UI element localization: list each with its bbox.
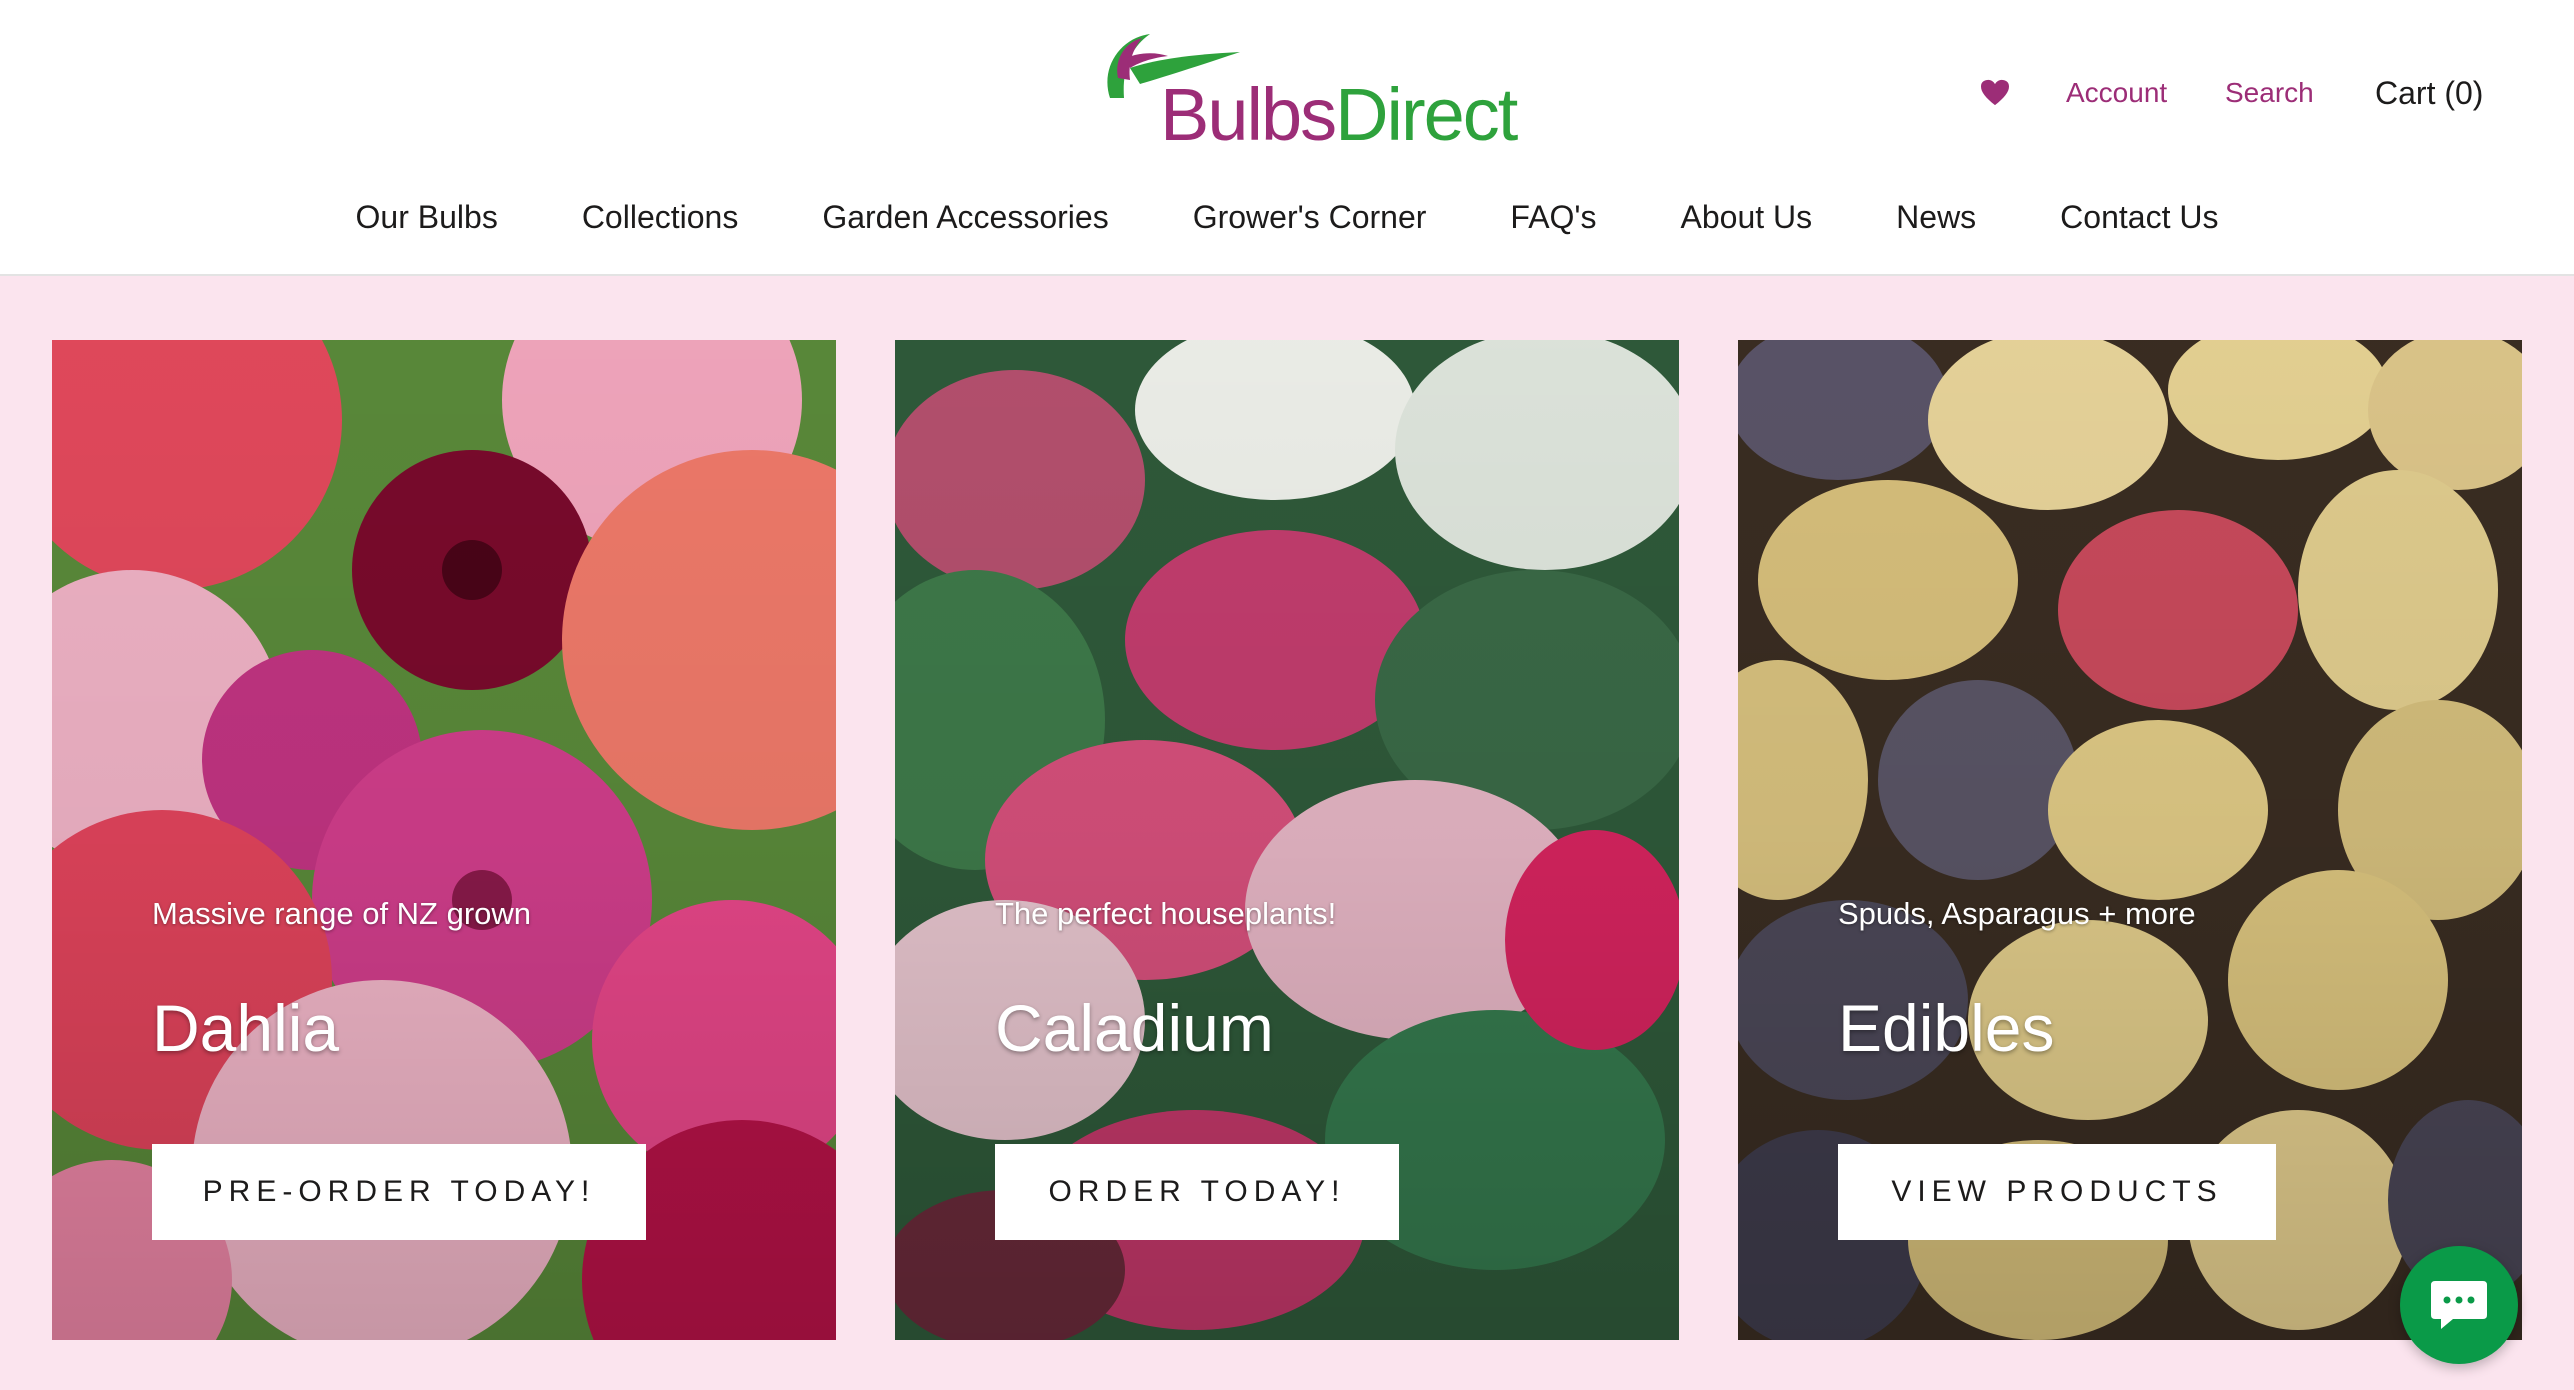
wishlist-button[interactable]: [1980, 72, 2014, 114]
nav-about-us[interactable]: About Us: [1681, 192, 1813, 242]
chat-icon: [2431, 1281, 2487, 1329]
nav-our-bulbs[interactable]: Our Bulbs: [356, 192, 498, 242]
logo-wordmark: BulbsDirect: [1160, 72, 1518, 157]
promo-card-caladium[interactable]: The perfect houseplants! Caladium ORDER …: [895, 340, 1679, 1340]
order-today-button[interactable]: ORDER TODAY!: [995, 1144, 1399, 1240]
promo-card-dahlia[interactable]: Massive range of NZ grown Dahlia PRE-ORD…: [52, 340, 836, 1340]
account-link[interactable]: Account: [2066, 72, 2167, 114]
preorder-button[interactable]: PRE-ORDER TODAY!: [152, 1144, 646, 1240]
promo-card-edibles[interactable]: Spuds, Asparagus + more Edibles VIEW PRO…: [1738, 340, 2522, 1340]
nav-contact-us[interactable]: Contact Us: [2060, 192, 2218, 242]
nav-garden-accessories[interactable]: Garden Accessories: [822, 192, 1108, 242]
site-header: BulbsDirect Account Search Cart (0) Our …: [0, 0, 2574, 276]
nav-news[interactable]: News: [1896, 192, 1976, 242]
card-subtitle: Massive range of NZ grown: [152, 896, 532, 931]
card-title: Dahlia: [152, 991, 340, 1065]
search-link[interactable]: Search: [2225, 72, 2314, 114]
cart-link[interactable]: Cart (0): [2375, 72, 2483, 114]
logo-direct: Direct: [1335, 73, 1518, 156]
main-nav: Our Bulbs Collections Garden Accessories…: [0, 192, 2574, 242]
chat-button[interactable]: [2400, 1246, 2518, 1364]
nav-faqs[interactable]: FAQ's: [1510, 192, 1596, 242]
promo-cards: Massive range of NZ grown Dahlia PRE-ORD…: [52, 340, 2522, 1340]
heart-icon: [1981, 79, 2009, 106]
view-products-button[interactable]: VIEW PRODUCTS: [1838, 1144, 2276, 1240]
nav-growers-corner[interactable]: Grower's Corner: [1193, 192, 1427, 242]
logo-bulbs: Bulbs: [1160, 73, 1337, 156]
card-subtitle: Spuds, Asparagus + more: [1838, 896, 2196, 931]
card-title: Caladium: [995, 991, 1274, 1065]
card-title: Edibles: [1838, 991, 2055, 1065]
card-subtitle: The perfect houseplants!: [995, 896, 1337, 931]
bulbsdirect-logo[interactable]: BulbsDirect: [1090, 28, 1518, 156]
nav-collections[interactable]: Collections: [582, 192, 739, 242]
